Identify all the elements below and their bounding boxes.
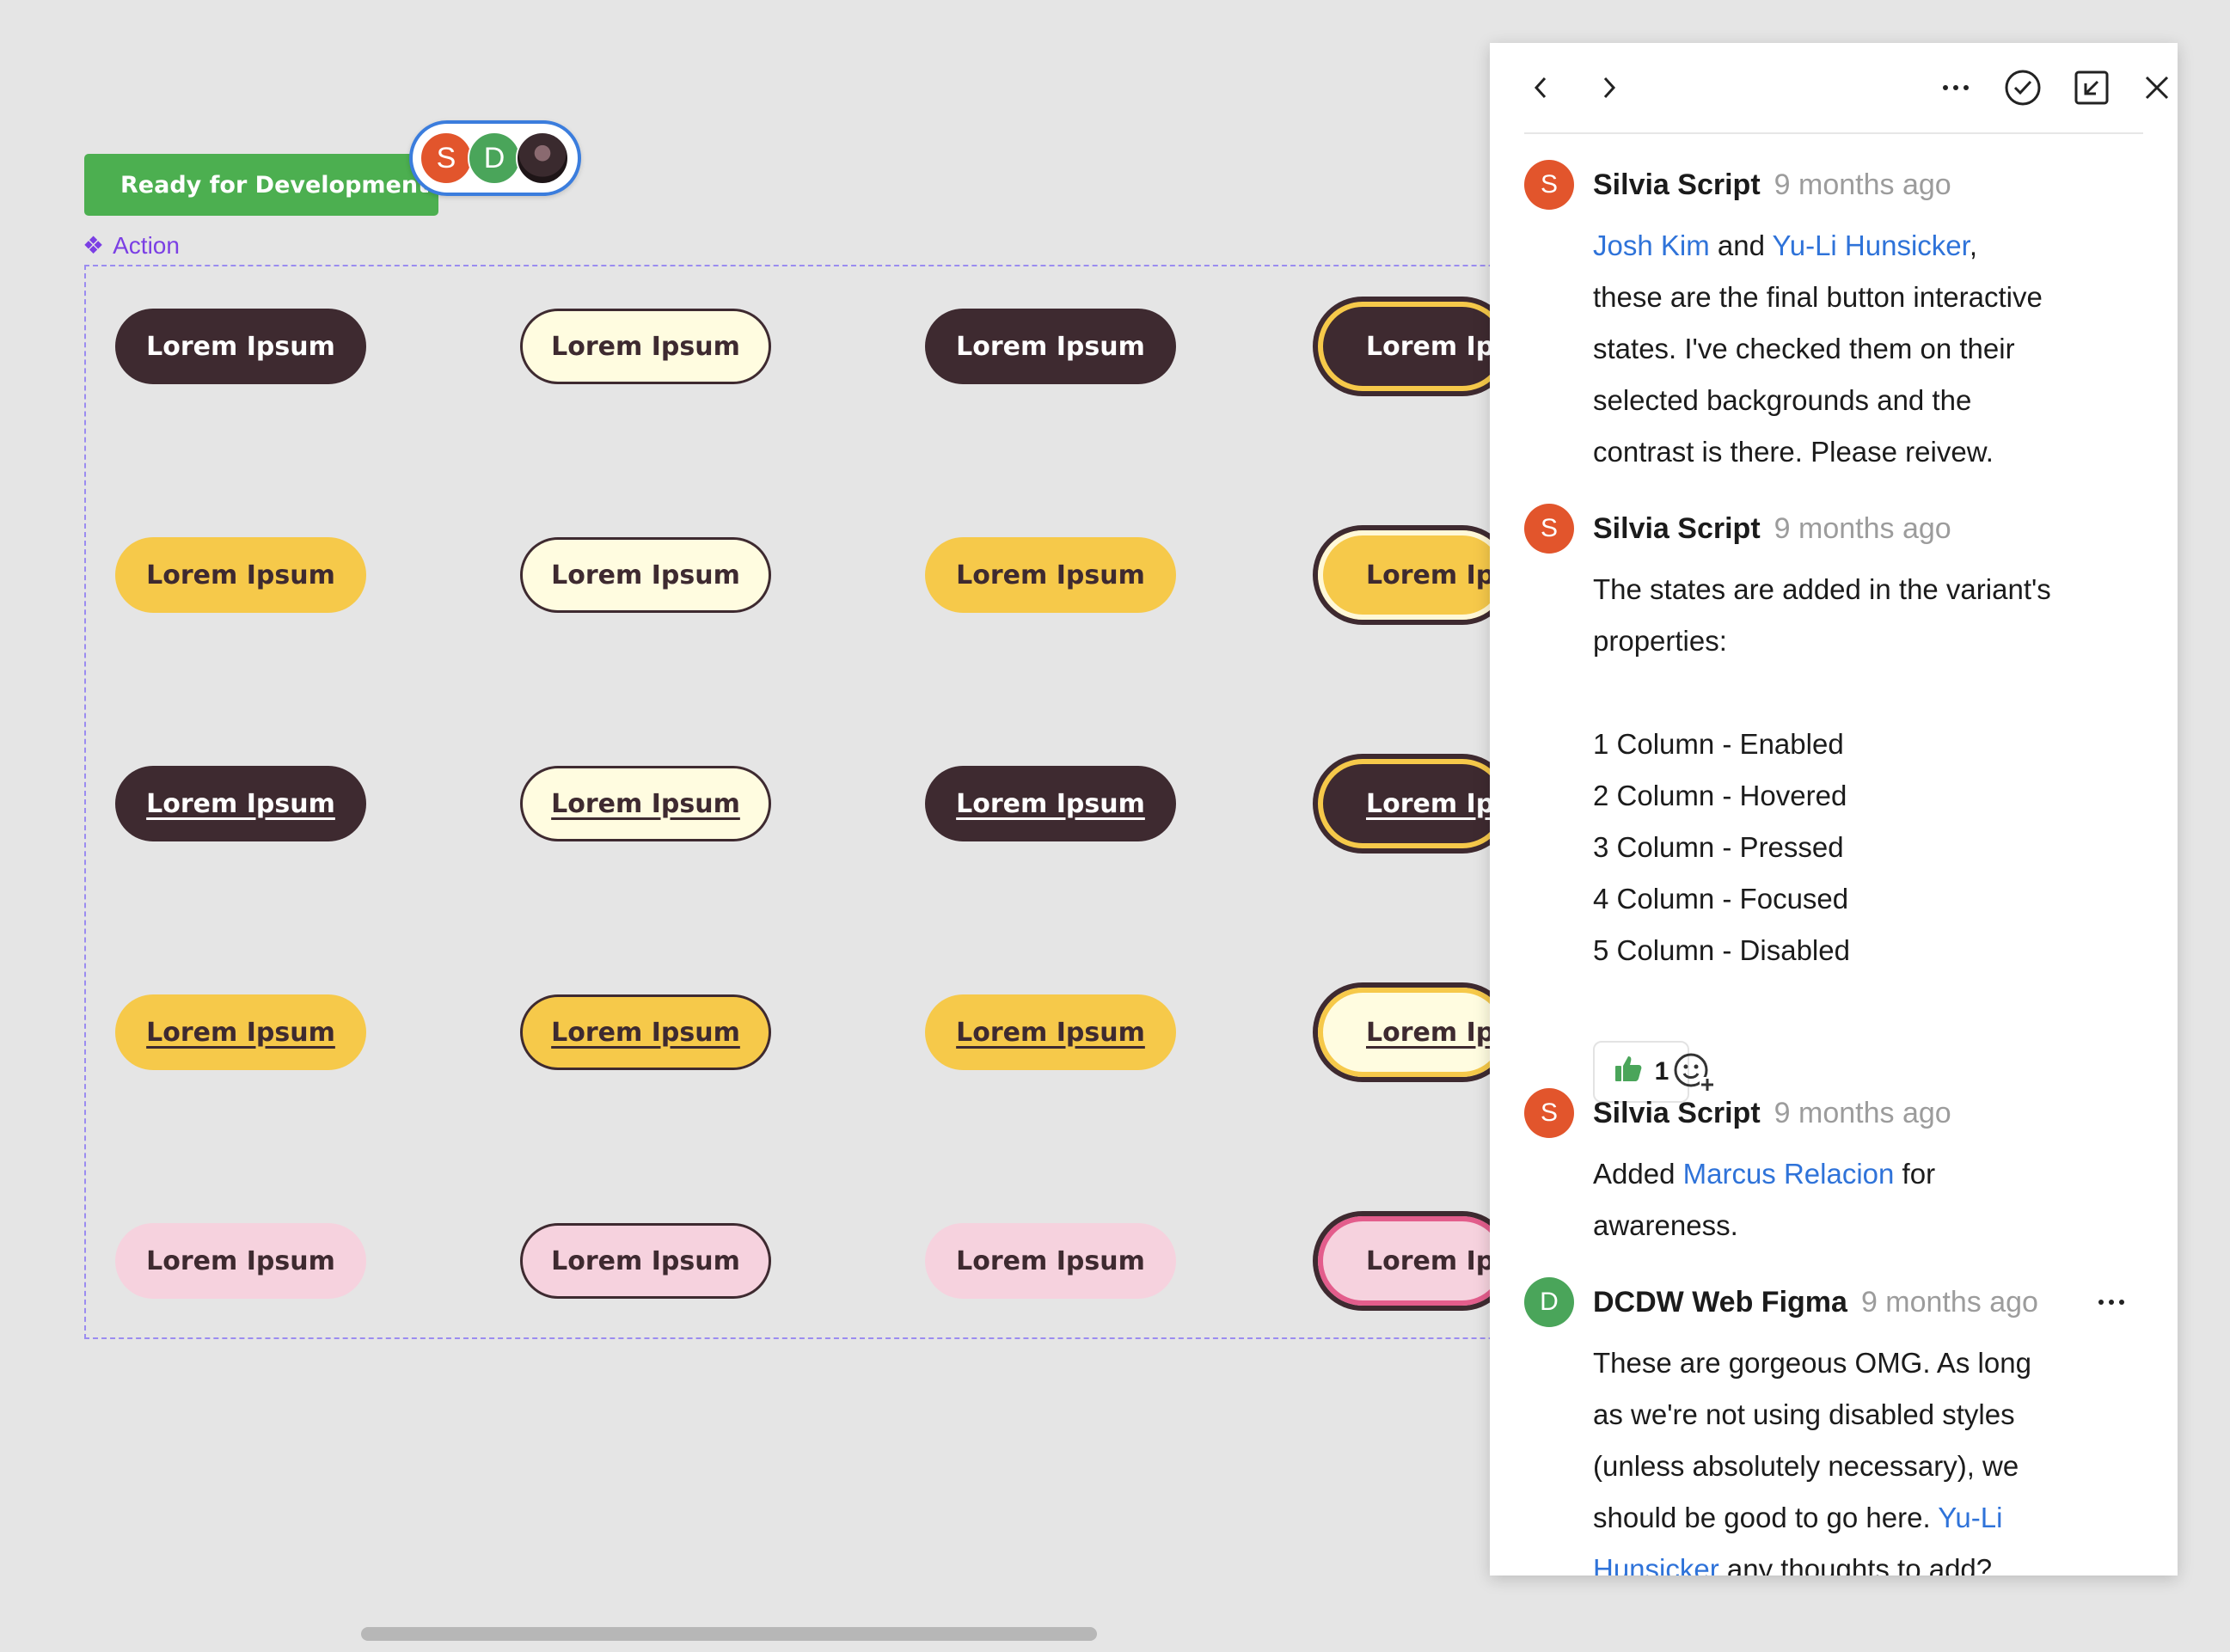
lorem-ipsum-button[interactable]: Lorem Ipsum — [115, 766, 366, 841]
avatar: S — [1524, 160, 1574, 210]
comment-author: DCDW Web Figma — [1593, 1286, 1847, 1319]
comment-text: any thoughts to add? — [1726, 1553, 1993, 1576]
thumbs-up-icon — [1614, 1054, 1643, 1090]
comment-line: These are gorgeous OMG. As long — [1593, 1347, 2031, 1379]
comment-header: DCDW Web Figma 9 months ago — [1593, 1286, 2038, 1319]
avatar: S — [1524, 1088, 1574, 1138]
comment-header: Silvia Script 9 months ago — [1593, 168, 1951, 202]
comment-time: 9 months ago — [1774, 168, 1951, 201]
comment-header: Silvia Script 9 months ago — [1593, 1097, 1951, 1130]
comment-author: Silvia Script — [1593, 168, 1761, 201]
comment-text: for — [1902, 1158, 1936, 1190]
comment-text: and — [1717, 229, 1765, 261]
close-icon[interactable] — [2140, 70, 2174, 105]
lorem-ipsum-button[interactable]: Lorem Ipsum — [115, 537, 366, 613]
comment-text: should be good to go here. — [1593, 1502, 1931, 1533]
lorem-ipsum-button[interactable]: Lorem Ips — [1318, 530, 1507, 620]
comment-line: properties: — [1593, 625, 1727, 657]
comment-body: These are gorgeous OMG. As long as we're… — [1593, 1337, 2109, 1576]
comment-more-icon[interactable] — [2097, 1281, 2126, 1314]
comment-body: The states are added in the variant's pr… — [1593, 564, 2109, 976]
comment-line: awareness. — [1593, 1209, 1738, 1241]
comment-header: Silvia Script 9 months ago — [1593, 512, 1951, 546]
collaborator-avatars[interactable]: S D — [409, 120, 581, 196]
mention-link[interactable]: Hunsicker — [1593, 1553, 1719, 1576]
lorem-ipsum-button[interactable]: Lorem Ipsum — [925, 309, 1176, 384]
avatar: S — [420, 132, 473, 185]
avatar: D — [468, 132, 521, 185]
comment-line: 5 Column - Disabled — [1593, 934, 1850, 966]
lorem-ipsum-button[interactable]: Lorem Ipsum — [520, 994, 771, 1070]
comment-body: Josh Kim and Yu-Li Hunsicker, these are … — [1593, 220, 2109, 478]
lorem-ipsum-button[interactable]: Lorem Ipsum — [925, 1223, 1176, 1299]
lorem-ipsum-button[interactable]: Lorem Ipsum — [925, 766, 1176, 841]
lorem-ipsum-button[interactable]: Lorem Ipsum — [520, 1223, 771, 1299]
chevron-right-icon[interactable] — [1591, 70, 1626, 105]
more-icon[interactable] — [1939, 70, 1973, 105]
component-name: Action — [113, 232, 180, 259]
comment-body: Added Marcus Relacion for awareness. — [1593, 1148, 2109, 1251]
comment-line: 3 Column - Pressed — [1593, 831, 1844, 863]
comments-panel: S Silvia Script 9 months ago Josh Kim and… — [1490, 43, 2178, 1576]
chevron-left-icon[interactable] — [1524, 70, 1559, 105]
lorem-ipsum-button[interactable]: Lorem Ipsum — [115, 1223, 366, 1299]
mention-link[interactable]: Marcus Relacion — [1683, 1158, 1895, 1190]
mention-link[interactable]: Josh Kim — [1593, 229, 1710, 261]
status-tag[interactable]: Ready for Development — [84, 154, 438, 216]
lorem-ipsum-button[interactable]: Lorem Ipsum — [925, 994, 1176, 1070]
comment-line: 2 Column - Hovered — [1593, 780, 1847, 811]
comment-line: The states are added in the variant's — [1593, 573, 2051, 605]
comment[interactable]: S Silvia Script 9 months ago Josh Kim and… — [1524, 160, 2143, 521]
component-icon: ❖ — [83, 232, 105, 259]
comment-line: 4 Column - Focused — [1593, 883, 1849, 915]
avatar: S — [1524, 504, 1574, 554]
comment-author: Silvia Script — [1593, 512, 1761, 545]
lorem-ipsum-button[interactable]: Lorem Ips — [1318, 759, 1507, 848]
lorem-ipsum-button[interactable]: Lorem Ips — [1318, 1216, 1507, 1306]
lorem-ipsum-button[interactable]: Lorem Ipsum — [520, 766, 771, 841]
comment-text: Added — [1593, 1158, 1676, 1190]
reaction-count: 1 — [1654, 1057, 1669, 1086]
comment-line: these are the final button interactive — [1593, 281, 2043, 313]
avatar-photo — [516, 132, 569, 185]
comment-line: states. I've checked them on their — [1593, 333, 2015, 364]
panel-toolbar — [1524, 43, 2169, 134]
comment-line — [1593, 667, 2109, 719]
comment[interactable]: D DCDW Web Figma 9 months ago These are g… — [1524, 1277, 2143, 1576]
lorem-ipsum-button[interactable]: Lorem Ipsum — [925, 537, 1176, 613]
comment-line: contrast is there. Please reivew. — [1593, 436, 1994, 468]
horizontal-scrollbar[interactable] — [361, 1627, 1097, 1641]
comment[interactable]: S Silvia Script 9 months ago Added Marcus… — [1524, 1088, 2143, 1260]
collapse-icon[interactable] — [2071, 67, 2112, 108]
comment-line: as we're not using disabled styles — [1593, 1398, 2015, 1430]
resolve-check-icon[interactable] — [2002, 67, 2043, 108]
mention-link[interactable]: Yu-Li Hunsicker — [1773, 229, 1970, 261]
comment-text: , — [1969, 229, 1977, 261]
comment[interactable]: S Silvia Script 9 months ago The states a… — [1524, 504, 2143, 1114]
comment-line: (unless absolutely necessary), we — [1593, 1450, 2019, 1482]
comment-time: 9 months ago — [1860, 1286, 2038, 1319]
lorem-ipsum-button[interactable]: Lorem Ipsum — [115, 994, 366, 1070]
lorem-ipsum-button[interactable]: Lorem Ips — [1318, 988, 1507, 1077]
comment-time: 9 months ago — [1774, 512, 1951, 545]
comment-line: 1 Column - Enabled — [1593, 728, 1844, 760]
lorem-ipsum-button[interactable]: Lorem Ips — [1318, 302, 1507, 391]
comment-line: selected backgrounds and the — [1593, 384, 1972, 416]
design-canvas[interactable]: Ready for Development S D ❖ Action Lorem… — [0, 0, 2230, 1652]
avatar: D — [1524, 1277, 1574, 1327]
comment-time: 9 months ago — [1774, 1097, 1951, 1129]
comment-author: Silvia Script — [1593, 1097, 1761, 1129]
lorem-ipsum-button[interactable]: Lorem Ipsum — [520, 309, 771, 384]
mention-link[interactable]: Yu-Li — [1938, 1502, 2002, 1533]
component-label[interactable]: ❖ Action — [83, 232, 180, 260]
lorem-ipsum-button[interactable]: Lorem Ipsum — [115, 309, 366, 384]
lorem-ipsum-button[interactable]: Lorem Ipsum — [520, 537, 771, 613]
